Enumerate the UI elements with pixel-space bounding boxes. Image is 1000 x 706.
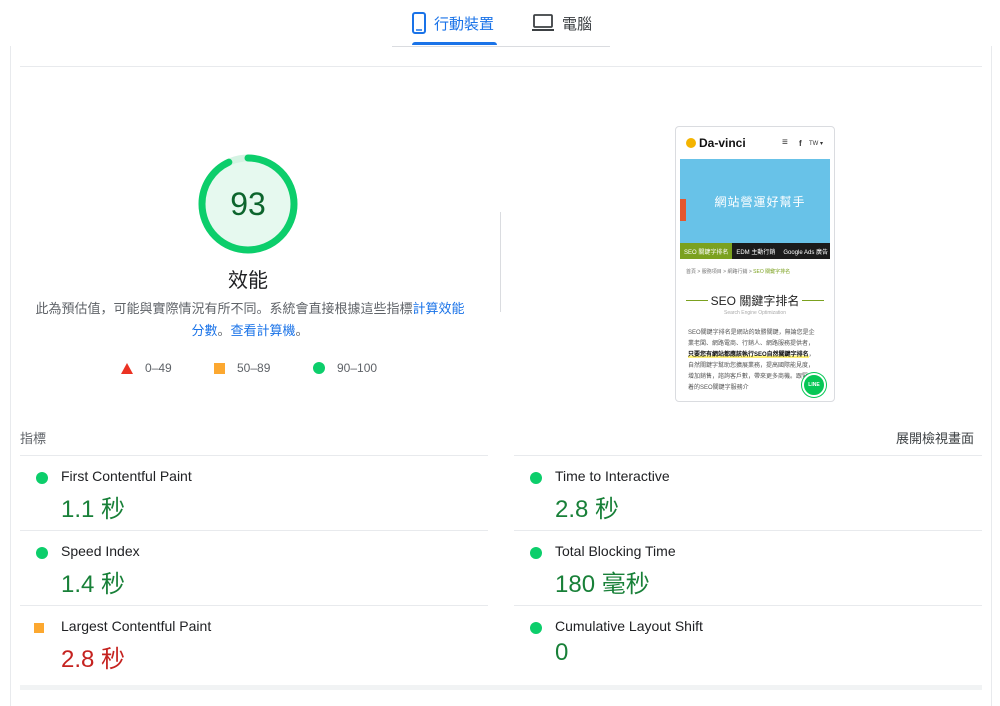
- description-sep: 。: [217, 323, 231, 338]
- legend-pass-range: 90–100: [337, 361, 378, 375]
- crumb-current: SEO 關鍵字排名: [753, 269, 791, 275]
- metric-name: Cumulative Layout Shift: [555, 618, 703, 634]
- metric-name: Largest Contentful Paint: [61, 618, 212, 634]
- circle-icon: [313, 362, 325, 374]
- score-value: 93: [230, 185, 266, 222]
- legend-pass: 90–100: [313, 360, 377, 376]
- expand-view-toggle[interactable]: 展開檢視畫面: [896, 428, 974, 447]
- mobile-phone-icon: [412, 12, 426, 34]
- metric-tbt: Total Blocking Time 180 毫秒: [514, 530, 982, 605]
- active-tab-indicator: [412, 42, 497, 45]
- metric-value: 1.1 秒: [61, 496, 126, 523]
- metric-lcp: Largest Contentful Paint 2.8 秒: [20, 605, 488, 680]
- site-banner: 網站營運好幫手: [680, 159, 830, 243]
- heading-line-right: [802, 300, 824, 301]
- divider: [20, 66, 982, 67]
- site-subheading: Search Engine Optimization: [724, 310, 786, 316]
- metric-value: 2.8 秒: [555, 496, 620, 523]
- metric-si: Speed Index 1.4 秒: [20, 530, 488, 605]
- metric-value: 1.4 秒: [61, 571, 126, 598]
- final-screenshot[interactable]: Da-vinci ≡ f TW ▾ 網站營運好幫手 SEO 關鍵字排名 EDM …: [675, 126, 835, 402]
- score-description: 此為預估值，可能與實際情況有所不同。系統會直接根據這些指標計算效能分數。查看計算…: [35, 298, 465, 342]
- body-start: SEO關鍵字排名是網站的致勝關鍵，無論您是企業老闆、網路電商、行銷人、網路服務提…: [688, 330, 815, 347]
- site-nav-item: EDM 主動行銷: [736, 249, 776, 256]
- crumb: 網路行銷: [727, 269, 748, 275]
- triangle-icon: [121, 362, 133, 374]
- line-chat-icon: LINE: [802, 373, 826, 397]
- legend-fail: 0–49: [121, 360, 172, 376]
- legend-fail-range: 0–49: [145, 361, 172, 375]
- metric-value: 180 毫秒: [555, 571, 650, 598]
- hamburger-menu-icon: ≡: [782, 137, 788, 148]
- calculator-link[interactable]: 查看計算機: [231, 323, 296, 338]
- crumb: 服務項目: [701, 269, 722, 275]
- body-highlight: 只要您有網站都應該執行SEO自然關鍵字排名: [688, 352, 809, 358]
- metric-name: Time to Interactive: [555, 468, 670, 484]
- site-body-text: SEO關鍵字排名是網站的致勝關鍵，無論您是企業老闆、網路電商、行銷人、網路服務提…: [688, 328, 818, 394]
- language-selector: TW ▾: [809, 141, 824, 147]
- metric-fcp: First Contentful Paint 1.1 秒: [20, 455, 488, 530]
- score-category-title: 效能: [228, 270, 268, 292]
- circle-icon: [36, 472, 48, 484]
- site-logo: Da-vinci: [686, 136, 746, 150]
- site-logo-text: Da-vinci: [699, 136, 746, 150]
- metric-cls: Cumulative Layout Shift 0: [514, 605, 982, 680]
- site-nav-item: Google Ads 廣告: [783, 249, 829, 256]
- metric-name: Total Blocking Time: [555, 543, 676, 559]
- tab-mobile-label: 行動裝置: [434, 15, 495, 33]
- circle-icon: [530, 547, 542, 559]
- desktop-monitor-icon: [532, 14, 554, 31]
- banner-decoration: [680, 199, 686, 221]
- site-breadcrumb: 首頁 > 服務項目 > 網路行銷 > SEO 關鍵字排名: [686, 269, 791, 275]
- legend-average-range: 50–89: [237, 361, 271, 375]
- description-text: 此為預估值，可能與實際情況有所不同。系統會直接根據這些指標: [35, 301, 413, 316]
- legend-average: 50–89: [214, 360, 270, 376]
- screenshot-header: Da-vinci ≡ f TW ▾: [676, 127, 834, 159]
- site-nav: SEO 關鍵字排名 EDM 主動行銷 Google Ads 廣告: [680, 243, 830, 259]
- circle-icon: [530, 622, 542, 634]
- metric-tti: Time to Interactive 2.8 秒: [514, 455, 982, 530]
- tab-mobile[interactable]: 行動裝置: [412, 0, 494, 46]
- square-icon: [214, 362, 225, 374]
- language-label: TW: [809, 141, 819, 147]
- circle-icon: [530, 472, 542, 484]
- device-tabs: 行動裝置 電腦: [392, 0, 610, 47]
- metric-value: 0: [555, 639, 569, 666]
- banner-text: 網站營運好幫手: [714, 195, 806, 209]
- metrics-label: 指標: [20, 431, 47, 446]
- tab-desktop[interactable]: 電腦: [532, 0, 592, 46]
- tab-desktop-label: 電腦: [562, 15, 593, 33]
- metric-name: First Contentful Paint: [61, 468, 192, 484]
- circle-icon: [36, 547, 48, 559]
- description-end: 。: [295, 323, 309, 338]
- metric-name: Speed Index: [61, 543, 140, 559]
- vertical-divider: [500, 212, 501, 312]
- crumb: 首頁: [686, 269, 697, 275]
- metric-value: 2.8 秒: [61, 646, 126, 673]
- divider: [20, 685, 982, 690]
- facebook-icon: f: [799, 139, 802, 148]
- square-icon: [34, 623, 44, 633]
- site-nav-item: SEO 關鍵字排名: [680, 243, 733, 259]
- logo-mark-icon: [686, 138, 696, 148]
